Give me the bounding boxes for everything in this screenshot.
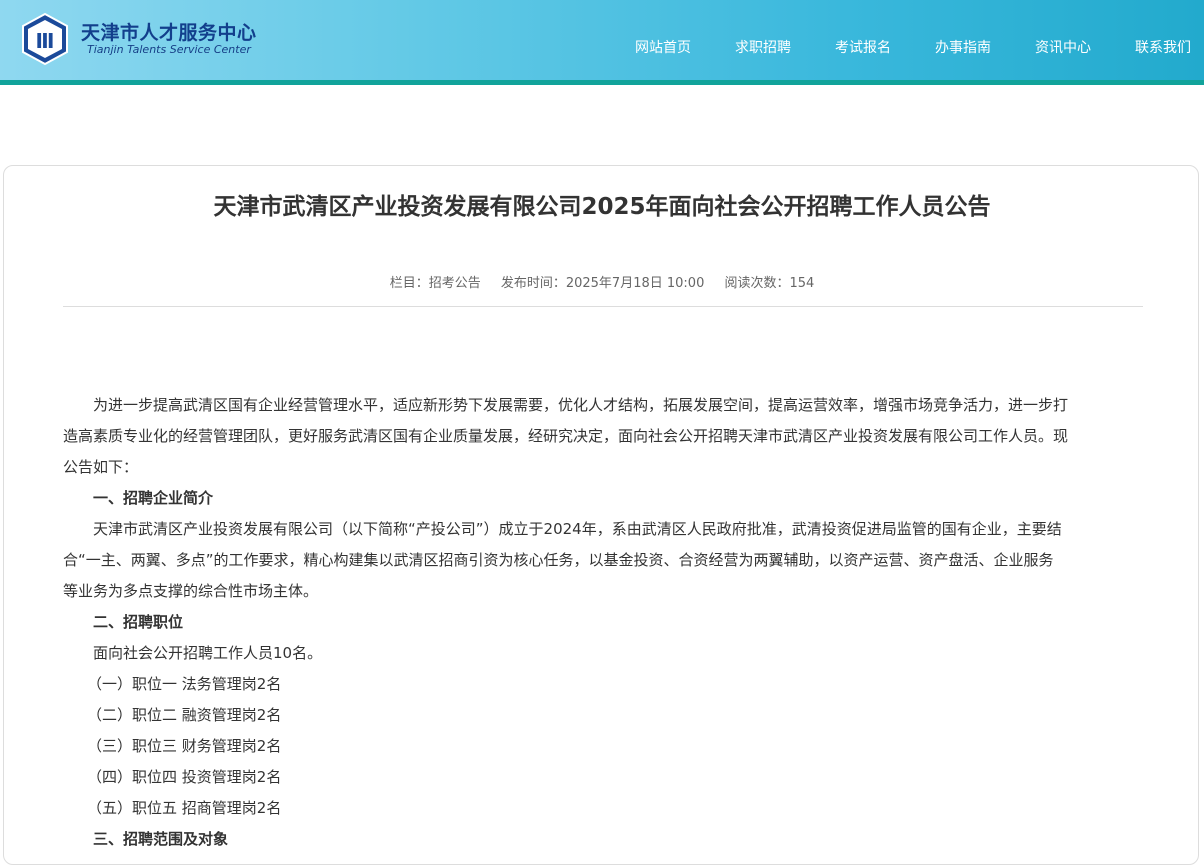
intro-line: 公告如下：	[63, 458, 139, 476]
meta-divider	[63, 306, 1143, 307]
header-accent-line	[0, 80, 1204, 85]
position-item: （二）职位二 融资管理岗2名	[87, 706, 282, 724]
intro-paragraph: 为进一步提高武清区国有企业经营管理水平，适应新形势下发展需要，优化人才结构，拓展…	[63, 390, 1143, 421]
article-meta: 栏目：招考公告 发布时间：2025年7月18日 10:00 阅读次数：154	[0, 272, 1204, 291]
section-heading: 三、招聘范围及对象	[93, 830, 229, 848]
intro-line: 为进一步提高武清区国有企业经营管理水平，适应新形势下发展需要，优化人才结构，拓展…	[93, 396, 1069, 414]
article-body: 为进一步提高武清区国有企业经营管理水平，适应新形势下发展需要，优化人才结构，拓展…	[63, 390, 1143, 855]
nav-news[interactable]: 资讯中心	[1035, 37, 1091, 57]
section-heading: 二、招聘职位	[93, 613, 184, 631]
site-name-cn: 天津市人才服务中心	[81, 22, 257, 44]
article-column: 栏目：招考公告	[389, 276, 481, 291]
site-logo-icon[interactable]: Ⅲ	[18, 12, 72, 66]
article-title: 天津市武清区产业投资发展有限公司2025年面向社会公开招聘工作人员公告	[213, 194, 991, 220]
recruit-total: 面向社会公开招聘工作人员10名。	[93, 644, 323, 662]
position-item: （五）职位五 招商管理岗2名	[87, 799, 282, 817]
site-name-en: Tianjin Talents Service Center	[87, 43, 251, 56]
section-heading: 一、招聘企业简介	[93, 489, 214, 507]
company-line: 天津市武清区产业投资发展有限公司（以下简称“产投公司”）成立于2024年，系由武…	[93, 520, 1062, 538]
company-paragraph: 天津市武清区产业投资发展有限公司（以下简称“产投公司”）成立于2024年，系由武…	[63, 514, 1143, 545]
company-line: 等业务为多点支撑的综合性市场主体。	[63, 582, 319, 600]
position-item: （三）职位三 财务管理岗2名	[87, 737, 282, 755]
nav-contact[interactable]: 联系我们	[1135, 37, 1191, 57]
article-view-count: 阅读次数：154	[724, 276, 815, 291]
nav-jobs[interactable]: 求职招聘	[735, 37, 791, 57]
nav-exam-registration[interactable]: 考试报名	[835, 37, 891, 57]
position-item: （一）职位一 法务管理岗2名	[87, 675, 282, 693]
svg-text:Ⅲ: Ⅲ	[36, 29, 55, 53]
position-item: （四）职位四 投资管理岗2名	[87, 768, 282, 786]
nav-home[interactable]: 网站首页	[635, 37, 691, 57]
company-line: 合“一主、两翼、多点”的工作要求，精心构建集以武清区招商引资为核心任务，以基金投…	[63, 551, 1054, 569]
nav-guide[interactable]: 办事指南	[935, 37, 991, 57]
intro-line: 造高素质专业化的经营管理团队，更好服务武清区国有企业质量发展，经研究决定，面向社…	[63, 427, 1069, 445]
article-publish-time: 发布时间：2025年7月18日 10:00	[500, 276, 705, 291]
